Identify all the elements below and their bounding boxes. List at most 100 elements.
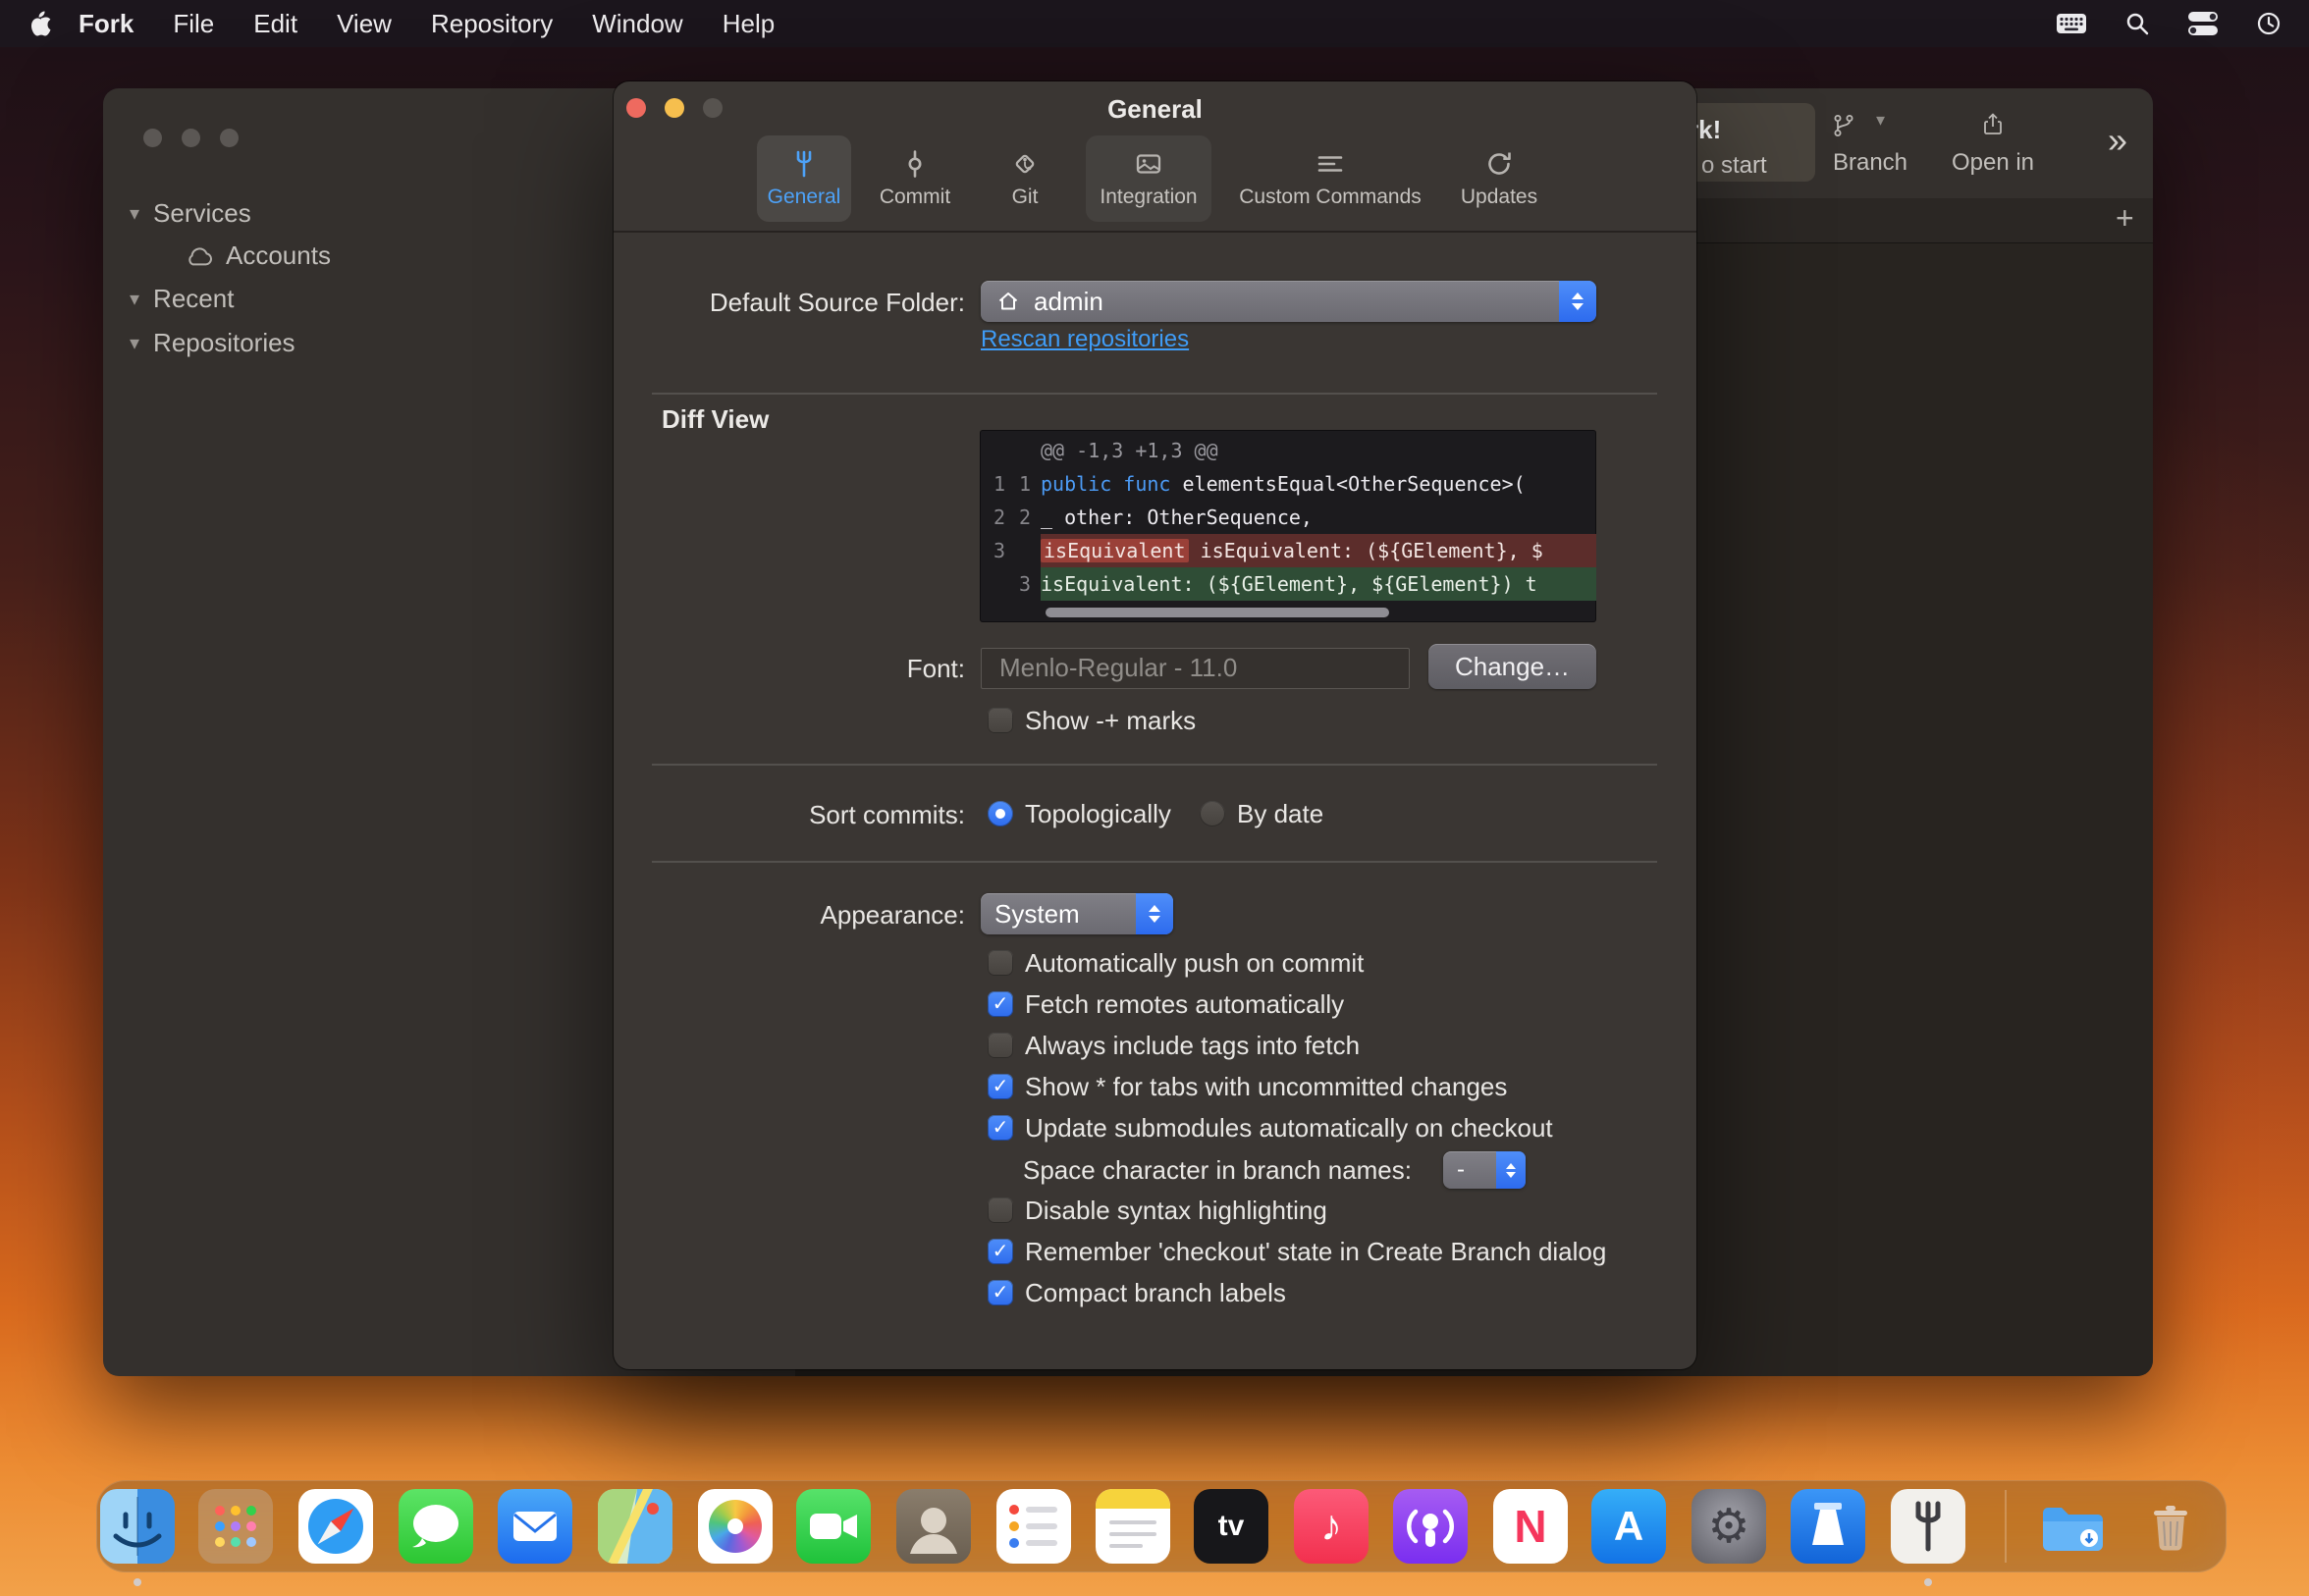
photos-dock-icon[interactable]	[698, 1489, 773, 1564]
keyboard-icon[interactable]	[2056, 10, 2087, 37]
git-icon	[1010, 149, 1040, 179]
messages-dock-icon[interactable]	[399, 1489, 473, 1564]
trash-dock-icon[interactable]	[2133, 1489, 2208, 1564]
update-submodules-checkbox[interactable]	[988, 1115, 1013, 1141]
menu-edit[interactable]: Edit	[253, 9, 297, 39]
open-in-button[interactable]: Open in	[1934, 149, 2052, 177]
source-folder-popup[interactable]: admin	[981, 281, 1596, 322]
chevron-down-icon: ▾	[1876, 110, 1885, 131]
apple-menu-icon[interactable]	[29, 10, 53, 37]
horizontal-scrollbar[interactable]	[1046, 608, 1389, 617]
space-character-label: Space character in branch names:	[1023, 1155, 1412, 1185]
disable-syntax-checkbox[interactable]	[988, 1197, 1013, 1223]
maps-dock-icon[interactable]	[598, 1489, 672, 1564]
popup-stepper-icon	[1559, 281, 1596, 322]
font-label: Font:	[614, 654, 965, 683]
tab-general[interactable]: General	[757, 135, 851, 222]
sidebar-item-accounts[interactable]: Accounts	[185, 240, 331, 271]
inactive-zoom-button[interactable]	[220, 129, 239, 147]
space-character-popup[interactable]: -	[1443, 1151, 1526, 1189]
show-marks-label: Show -+ marks	[1025, 706, 1196, 735]
tab-updates[interactable]: Updates	[1448, 135, 1550, 222]
running-indicator	[1924, 1578, 1932, 1586]
sort-by-date-label: By date	[1237, 799, 1323, 828]
menu-window[interactable]: Window	[592, 9, 682, 39]
dock-divider	[2005, 1490, 2007, 1563]
fetch-remotes-checkbox[interactable]	[988, 991, 1013, 1017]
menu-help[interactable]: Help	[723, 9, 775, 39]
sort-topologically-radio[interactable]	[988, 801, 1013, 826]
auto-push-checkbox[interactable]	[988, 950, 1013, 976]
tab-commit[interactable]: Commit	[868, 135, 962, 222]
desktop: { "menu_bar": { "app_name": "Fork", "ite…	[0, 0, 2309, 1596]
dock: tv ♪ N A ⚙	[96, 1480, 2227, 1572]
space-character-value: -	[1457, 1156, 1465, 1184]
notes-dock-icon[interactable]	[1096, 1489, 1170, 1564]
finder-dock-icon[interactable]	[100, 1489, 175, 1564]
new-tab-button[interactable]: +	[2116, 200, 2134, 237]
fork-icon	[789, 149, 819, 179]
branch-icon	[1831, 113, 1856, 138]
section-divider	[652, 861, 1657, 863]
rescan-repositories-link[interactable]: Rescan repositories	[981, 326, 1189, 353]
toolbar-overflow-button[interactable]: »	[2108, 120, 2127, 161]
diff-line-removed: 3isEquivalent isEquivalent: (${GElement}…	[980, 534, 1596, 567]
commit-icon	[900, 149, 930, 179]
chevron-down-icon: ▾	[130, 287, 139, 311]
sidebar-item-repositories[interactable]: ▾ Repositories	[130, 328, 295, 358]
menu-bar: Fork File Edit View Repository Window He…	[0, 0, 2309, 47]
diff-hunk-header: @@ -1,3 +1,3 @@	[980, 434, 1596, 467]
menu-app-name[interactable]: Fork	[79, 9, 134, 39]
font-field: Menlo-Regular - 11.0	[981, 648, 1410, 689]
compact-branch-labels-checkbox[interactable]	[988, 1280, 1013, 1305]
news-dock-icon[interactable]: N	[1493, 1489, 1568, 1564]
tv-dock-icon[interactable]: tv	[1194, 1489, 1268, 1564]
share-icon	[1980, 112, 2006, 137]
system-settings-dock-icon[interactable]: ⚙	[1691, 1489, 1766, 1564]
downloads-dock-icon[interactable]	[2033, 1489, 2108, 1564]
fork-dock-icon[interactable]	[1891, 1489, 1965, 1564]
reminders-dock-icon[interactable]	[996, 1489, 1071, 1564]
show-marks-checkbox[interactable]	[988, 708, 1013, 733]
appearance-popup[interactable]: System	[981, 893, 1173, 934]
control-center-icon[interactable]	[2187, 9, 2219, 38]
keynote-dock-icon[interactable]	[1791, 1489, 1865, 1564]
diff-line: 11public func elementsEqual<OtherSequenc…	[980, 467, 1596, 501]
tab-git[interactable]: Git	[986, 135, 1064, 222]
music-dock-icon[interactable]: ♪	[1294, 1489, 1369, 1564]
menu-view[interactable]: View	[337, 9, 392, 39]
spotlight-search-icon[interactable]	[2124, 11, 2150, 36]
tab-integration[interactable]: Integration	[1086, 135, 1211, 222]
launchpad-dock-icon[interactable]	[198, 1489, 273, 1564]
show-star-tabs-checkbox[interactable]	[988, 1074, 1013, 1099]
contacts-dock-icon[interactable]	[896, 1489, 971, 1564]
app-store-dock-icon[interactable]: A	[1591, 1489, 1666, 1564]
sidebar-item-recent[interactable]: ▾ Recent	[130, 284, 234, 314]
appearance-value: System	[994, 899, 1080, 930]
cloud-icon	[185, 246, 214, 266]
branch-button[interactable]: Branch	[1811, 149, 1929, 177]
section-divider	[652, 764, 1657, 766]
toolbar-divider	[614, 231, 1696, 233]
clock-icon[interactable]	[2256, 11, 2282, 36]
inactive-minimize-button[interactable]	[182, 129, 200, 147]
preferences-window: General General Commit Git Integration C…	[614, 81, 1696, 1369]
inactive-close-button[interactable]	[143, 129, 162, 147]
menu-repository[interactable]: Repository	[431, 9, 553, 39]
safari-dock-icon[interactable]	[298, 1489, 373, 1564]
include-tags-checkbox[interactable]	[988, 1033, 1013, 1058]
refresh-icon	[1484, 149, 1514, 179]
tab-custom-commands[interactable]: Custom Commands	[1226, 135, 1434, 222]
dialog-title: General	[614, 94, 1696, 125]
menu-file[interactable]: File	[173, 9, 214, 39]
podcasts-dock-icon[interactable]	[1393, 1489, 1468, 1564]
change-font-button[interactable]: Change…	[1428, 644, 1596, 689]
chevron-down-icon: ▾	[130, 201, 139, 226]
sidebar-item-services[interactable]: ▾ Services	[130, 198, 251, 229]
remember-checkout-checkbox[interactable]	[988, 1239, 1013, 1264]
mail-dock-icon[interactable]	[498, 1489, 572, 1564]
integration-icon	[1134, 149, 1163, 179]
welcome-text-2: o start	[1701, 152, 1767, 180]
facetime-dock-icon[interactable]	[796, 1489, 871, 1564]
sort-by-date-radio[interactable]	[1200, 801, 1225, 826]
